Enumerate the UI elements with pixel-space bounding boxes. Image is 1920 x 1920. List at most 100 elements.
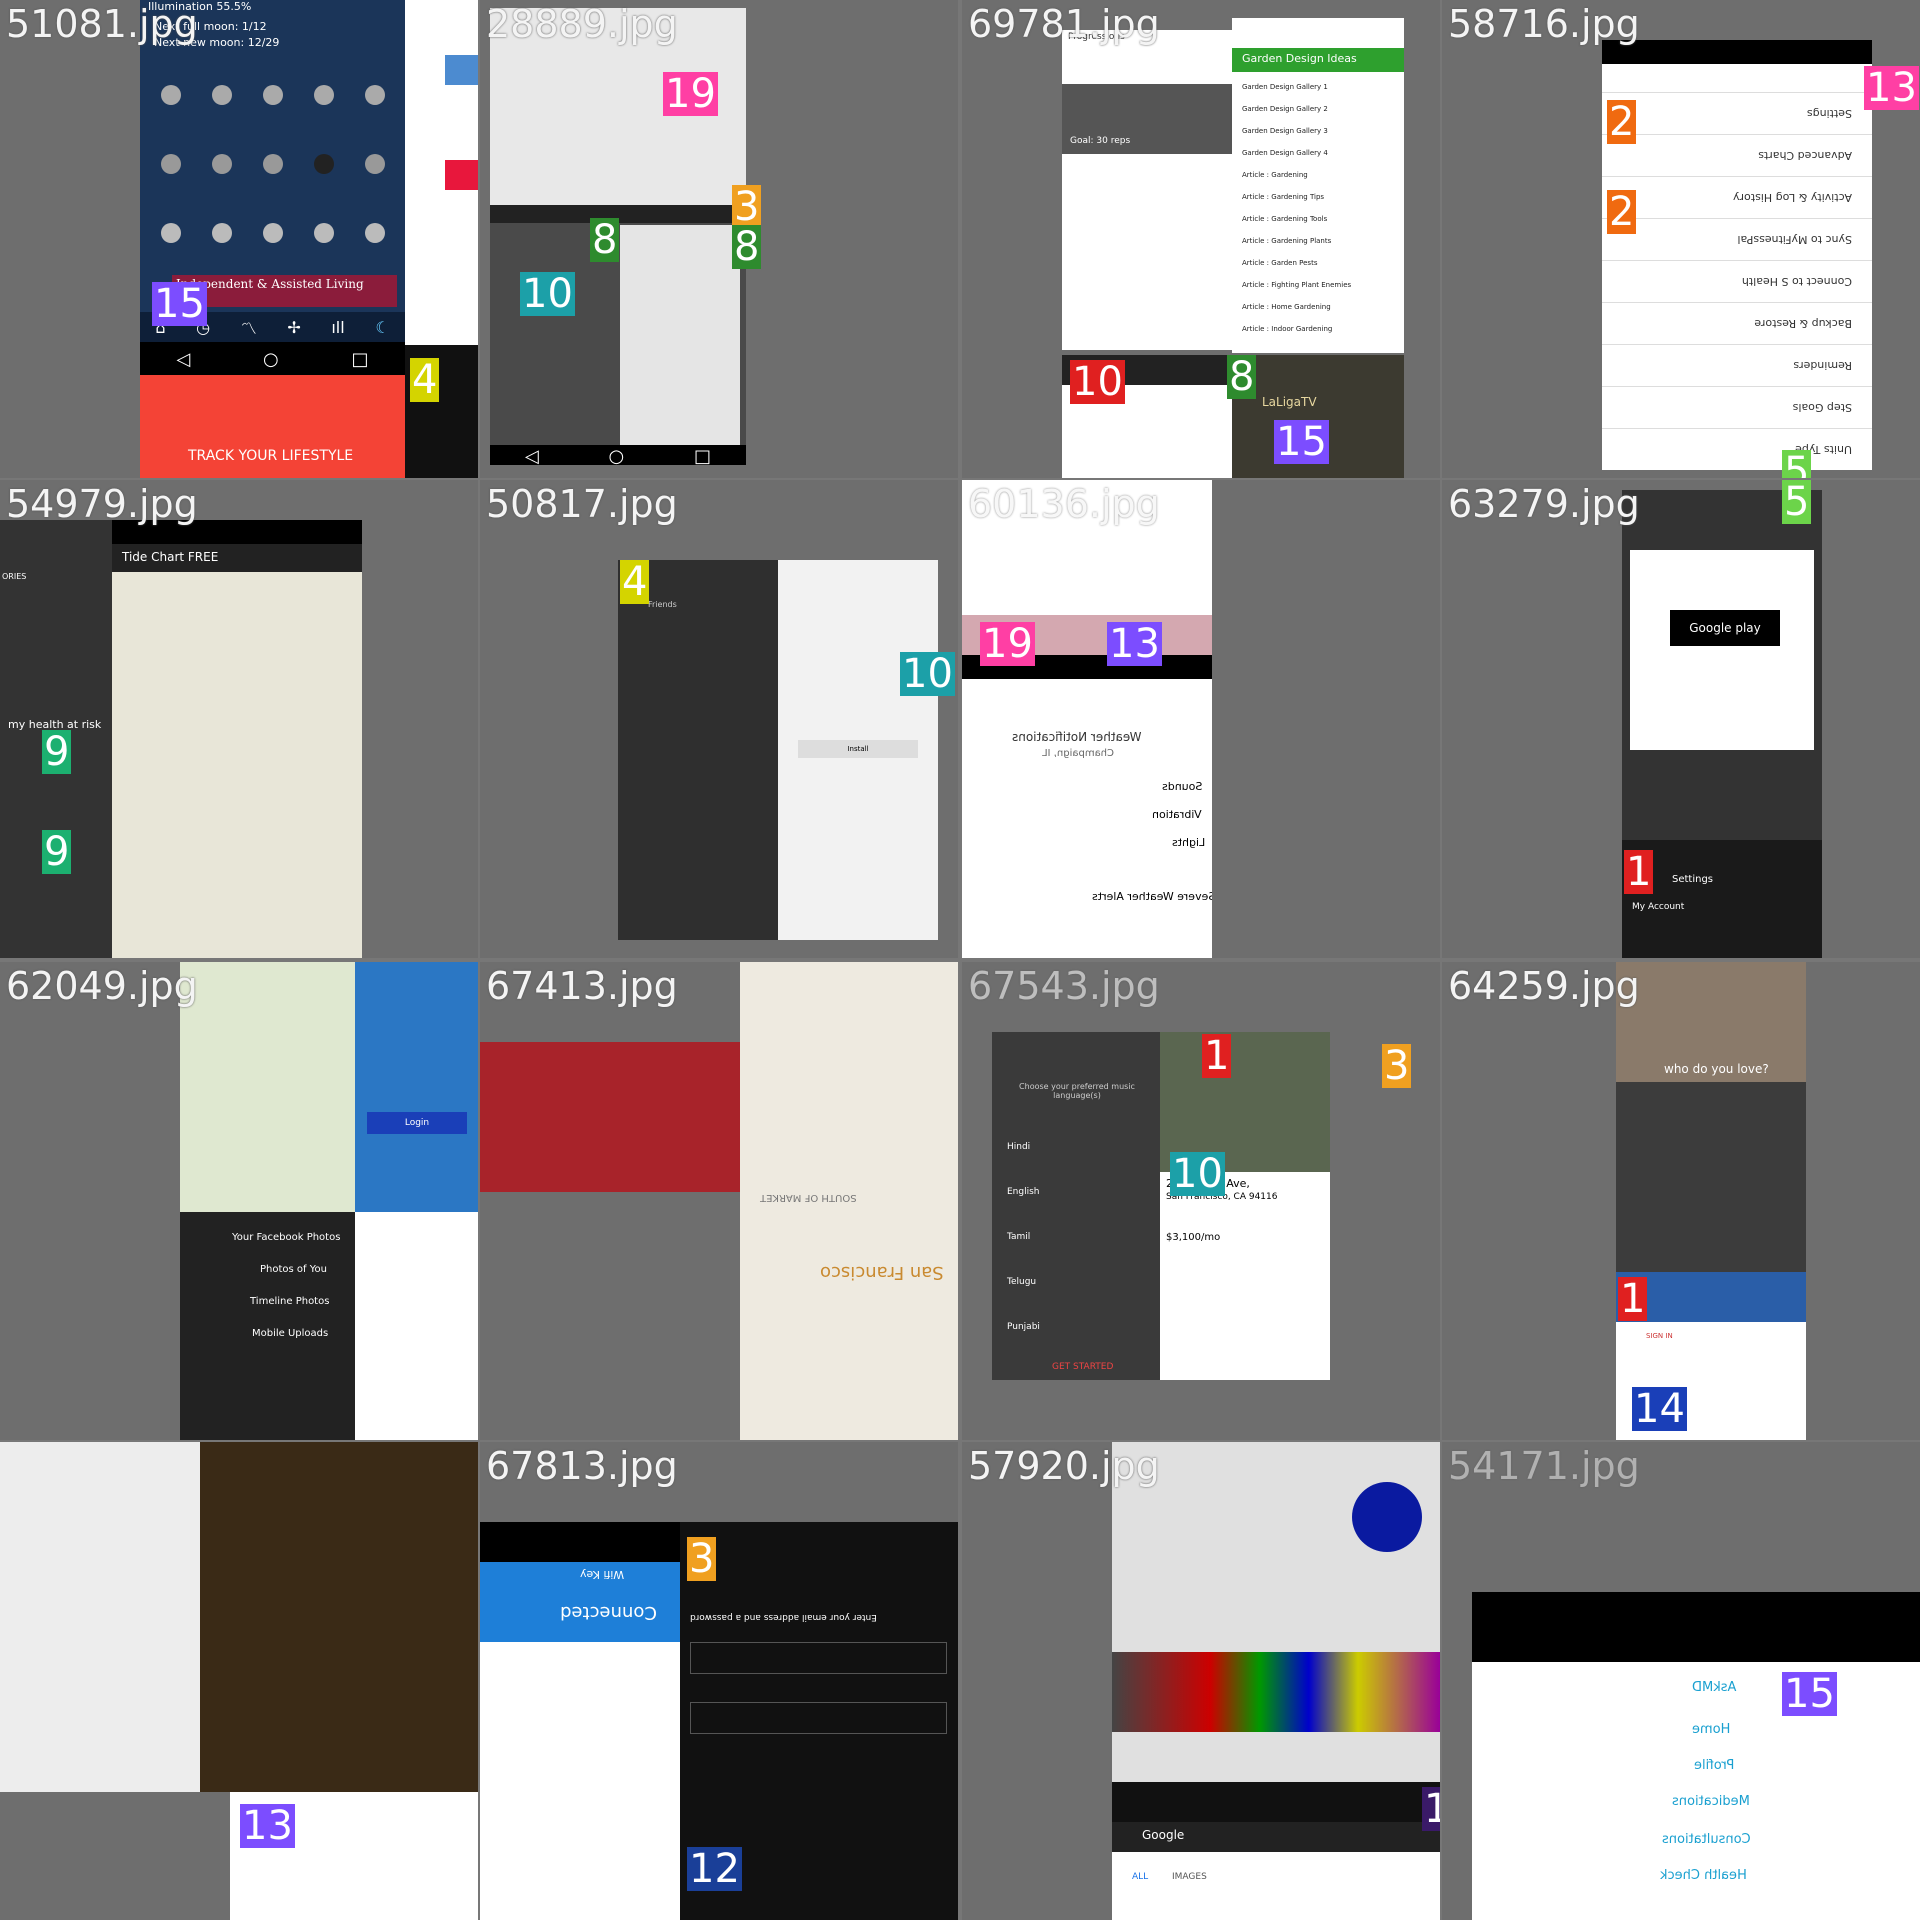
list-item[interactable]: Article : Indoor Gardening bbox=[1242, 318, 1351, 340]
moon-cell[interactable] bbox=[302, 64, 347, 127]
moon-cell[interactable] bbox=[199, 133, 244, 196]
tile-62049: 62049.jpg Login Your Facebook Photos Pho… bbox=[0, 962, 478, 1440]
wind-icon[interactable]: ✢ bbox=[287, 318, 300, 337]
moon-cell[interactable] bbox=[148, 201, 193, 264]
moon-cell[interactable] bbox=[148, 64, 193, 127]
health-check-item[interactable]: Health Check bbox=[1660, 1868, 1747, 1883]
bars-icon[interactable]: ıll bbox=[331, 318, 344, 337]
sf-map-screen[interactable]: SOUTH OF MARKET San Francisco bbox=[740, 962, 958, 1440]
medications-item[interactable]: Medications bbox=[1672, 1794, 1750, 1809]
list-item[interactable]: Article : Fighting Plant Enemies bbox=[1242, 274, 1351, 296]
list-item[interactable]: Garden Design Gallery 2 bbox=[1242, 98, 1351, 120]
love-title: who do you love? bbox=[1664, 1062, 1769, 1076]
tile-filename: 58716.jpg bbox=[1448, 2, 1640, 46]
all-tab[interactable]: ALL bbox=[1132, 1872, 1148, 1882]
list-item[interactable]: Backup & Restore bbox=[1602, 302, 1872, 344]
vibration-row[interactable]: Vibration bbox=[1152, 808, 1202, 821]
install-button[interactable]: Install bbox=[798, 740, 918, 758]
list-item[interactable]: Settings bbox=[1602, 92, 1872, 134]
annotation-badge: 10 bbox=[1170, 1151, 1225, 1197]
list-item[interactable]: Garden Design Gallery 4 bbox=[1242, 142, 1351, 164]
back-icon[interactable]: ◁ bbox=[525, 446, 539, 466]
google-play-badge[interactable]: Google play bbox=[1670, 610, 1780, 646]
fb-photos-row[interactable]: Your Facebook Photos bbox=[232, 1232, 340, 1243]
home-circle-icon[interactable]: ○ bbox=[609, 446, 625, 466]
language-option[interactable]: Hindi bbox=[1007, 1142, 1030, 1152]
list-item[interactable]: Article : Garden Pests bbox=[1242, 252, 1351, 274]
mobile-uploads-row[interactable]: Mobile Uploads bbox=[252, 1328, 328, 1339]
moon-cell[interactable] bbox=[250, 201, 295, 264]
google-bar[interactable]: Google bbox=[1112, 1822, 1440, 1852]
home-item[interactable]: Home bbox=[1692, 1722, 1730, 1737]
moon-cell[interactable] bbox=[199, 201, 244, 264]
photos-of-you-row[interactable]: Photos of You bbox=[260, 1264, 327, 1275]
sign-in-item[interactable]: SIGN IN bbox=[1646, 1332, 1673, 1340]
moon-cell[interactable] bbox=[250, 133, 295, 196]
list-item[interactable]: Article : Home Gardening bbox=[1242, 296, 1351, 318]
profile-item[interactable]: Profile bbox=[1694, 1758, 1734, 1773]
list-item[interactable]: Sync to MyFitnessPal bbox=[1602, 218, 1872, 260]
login-button[interactable]: Login bbox=[367, 1112, 467, 1134]
tide-header: Tide Chart FREE bbox=[112, 544, 362, 572]
moon-cell[interactable] bbox=[353, 64, 398, 127]
consultations-item[interactable]: Consultations bbox=[1662, 1832, 1751, 1847]
list-item[interactable]: Activity & Log History bbox=[1602, 176, 1872, 218]
map-view[interactable] bbox=[112, 572, 362, 958]
moon-cell[interactable] bbox=[302, 133, 347, 196]
color-palette[interactable] bbox=[1112, 1652, 1440, 1732]
recents-icon[interactable]: □ bbox=[694, 446, 711, 466]
annotation-badge: 15 bbox=[152, 281, 207, 327]
pet-screen: who do you love? bbox=[1616, 962, 1806, 1272]
my-account-label[interactable]: My Account bbox=[1632, 902, 1684, 912]
stock-screen: Install bbox=[778, 560, 938, 940]
list-item[interactable]: Garden Design Gallery 1 bbox=[1242, 76, 1351, 98]
annotation-badge: 13 bbox=[240, 1803, 295, 1849]
severe-alerts-row[interactable]: Severe Weather Alerts bbox=[1092, 890, 1212, 903]
tile-filename: 62049.jpg bbox=[6, 964, 198, 1008]
trend-icon[interactable]: 〽 bbox=[241, 315, 257, 339]
tile-67813: 67813.jpg Wifi Key Connected Enter your … bbox=[480, 1442, 958, 1920]
football-video[interactable] bbox=[480, 1042, 740, 1192]
get-started-button[interactable]: GET STARTED bbox=[1052, 1362, 1113, 1372]
list-item[interactable]: Reminders bbox=[1602, 344, 1872, 386]
annotation-badge: 8 bbox=[1227, 354, 1257, 400]
moon-cell[interactable] bbox=[250, 64, 295, 127]
list-item[interactable]: Article : Gardening Plants bbox=[1242, 230, 1351, 252]
password-input[interactable] bbox=[690, 1702, 947, 1734]
tile-filename: 50817.jpg bbox=[486, 482, 678, 526]
language-option[interactable]: Telugu bbox=[1007, 1277, 1036, 1287]
language-option[interactable]: English bbox=[1007, 1187, 1040, 1197]
tile-54979: 54979.jpg ORIES my health at risk Tide C… bbox=[0, 480, 478, 958]
moon-icon[interactable]: ☾ bbox=[375, 318, 389, 337]
back-icon[interactable]: ◁ bbox=[176, 349, 190, 370]
sounds-row[interactable]: Sounds bbox=[1162, 780, 1202, 793]
list-item[interactable]: Units Type bbox=[1602, 428, 1872, 470]
language-option[interactable]: Punjabi bbox=[1007, 1322, 1040, 1332]
timeline-photos-row[interactable]: Timeline Photos bbox=[250, 1296, 329, 1307]
moon-cell[interactable] bbox=[302, 201, 347, 264]
list-item[interactable]: Connect to S Health bbox=[1602, 260, 1872, 302]
moon-cell[interactable] bbox=[148, 133, 193, 196]
wifi-key-title: Wifi Key bbox=[580, 1568, 625, 1581]
list-item[interactable]: Step Goals bbox=[1602, 386, 1872, 428]
language-option[interactable]: Tamil bbox=[1007, 1232, 1030, 1242]
images-tab[interactable]: IMAGES bbox=[1172, 1872, 1207, 1882]
tile-58716: 58716.jpg Units Type Step Goals Reminder… bbox=[1442, 0, 1920, 478]
settings-screen-rotated: Units Type Step Goals Reminders Backup &… bbox=[1602, 40, 1872, 470]
home-circle-icon[interactable]: ○ bbox=[263, 349, 279, 370]
moon-cell[interactable] bbox=[353, 133, 398, 196]
list-item[interactable]: Article : Gardening bbox=[1242, 164, 1351, 186]
annotation-badge: 15 bbox=[1274, 419, 1329, 465]
list-item[interactable]: Advanced Charts bbox=[1602, 134, 1872, 176]
moon-cell[interactable] bbox=[199, 64, 244, 127]
recents-icon[interactable]: □ bbox=[352, 349, 369, 370]
tile-filename: 67813.jpg bbox=[486, 1444, 678, 1488]
list-item[interactable]: Article : Gardening Tools bbox=[1242, 208, 1351, 230]
moon-cell[interactable] bbox=[353, 201, 398, 264]
email-input[interactable] bbox=[690, 1642, 947, 1674]
list-item[interactable]: Article : Gardening Tips bbox=[1242, 186, 1351, 208]
annotation-badge: 5 bbox=[1782, 480, 1812, 525]
list-item[interactable]: Garden Design Gallery 3 bbox=[1242, 120, 1351, 142]
lights-row[interactable]: Lights bbox=[1172, 836, 1205, 849]
tile-filename: 67413.jpg bbox=[486, 964, 678, 1008]
